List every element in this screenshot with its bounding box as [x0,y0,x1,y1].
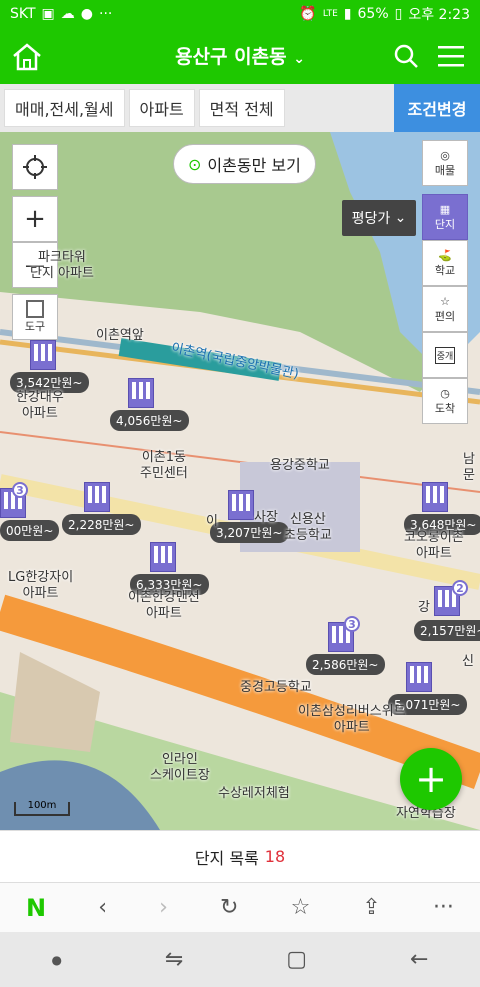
dot-icon[interactable]: ● [51,953,61,967]
carrier: SKT [10,6,36,22]
tool-agent[interactable]: 중개 [422,332,468,378]
school-icon: ⛳ [438,248,452,262]
app-bar: 용산구 이촌동 ⌄ [0,28,480,84]
complex-marker[interactable] [84,482,110,512]
talk-icon: ● [80,6,93,22]
complex-marker[interactable] [422,482,448,512]
bookmark-icon[interactable]: ☆ [291,895,311,920]
tool-school[interactable]: ⛳ 학교 [422,240,468,286]
status-bar: SKT ▣ ☁ ● ··· ⏰ LTE ▮ 65% ▯ 오후 2:23 [0,0,480,28]
crosshair-icon [23,155,47,179]
location-pin-icon: ⊙ [188,154,202,174]
battery-icon: ▯ [394,6,403,22]
complex-marker[interactable] [30,340,56,370]
map-label: 수상레저체험 [218,786,290,801]
map-view[interactable]: + — 도구 ⊙ 이촌동만 보기 평당가 ⌄ ◎ 매물 ▦ 단지 ⛳ 학교 ☆ 편의 중… [0,132,480,830]
complex-marker[interactable] [128,378,154,408]
complex-marker[interactable] [406,662,432,692]
map-label: 사장 [254,510,278,525]
complex-count: 18 [264,847,286,866]
complex-count-badge: 3 [344,616,360,632]
price-label[interactable]: 2,586만원~ [306,654,385,675]
tool-listings[interactable]: ◎ 매물 [422,140,468,186]
tools-button[interactable]: 도구 [12,294,58,340]
gallery-icon: ▣ [41,6,55,22]
more-notifications: ··· [99,6,113,22]
price-label[interactable]: 2,228만원~ [62,514,141,535]
map-label: 이촌역앞 [96,328,144,343]
map-label: 용강중학교 [270,458,330,473]
lte-label: LTE [322,9,338,19]
complex-marker[interactable] [228,490,254,520]
property-type-filter[interactable]: 아파트 [128,89,195,127]
system-nav-bar: ● ⇋ ▢ ← [0,932,480,987]
map-label: 이 [206,514,218,529]
map-label: 코오롱이촌 아파트 [404,530,464,561]
map-label: 이촌1동 주민센터 [140,450,188,481]
layers-icon [26,300,44,318]
map-label: 인라인 스케이트장 [150,752,210,783]
price-type-dropdown[interactable]: 평당가 ⌄ [342,200,416,236]
map-label: 남문 [463,452,475,483]
tool-complex[interactable]: ▦ 단지 [422,194,468,240]
share-icon[interactable]: ⇪ [362,895,380,920]
naver-logo[interactable]: N [26,894,46,922]
map-label: LG한강자이 아파트 [8,570,74,601]
chevron-down-icon: ⌄ [293,51,305,67]
map-label: 파크타워 단지 아파트 [30,250,94,281]
area-only-toggle[interactable]: ⊙ 이촌동만 보기 [173,144,316,184]
deal-type-filter[interactable]: 매매,전세,월세 [4,89,125,127]
menu-icon[interactable] [438,44,464,68]
cloud-icon: ☁ [60,6,75,22]
forward-icon[interactable]: › [159,895,168,920]
locate-button[interactable] [12,144,58,190]
price-label[interactable]: 00만원~ [0,520,60,541]
agent-icon: 중개 [434,346,456,364]
recent-apps-icon[interactable]: ⇋ [165,947,183,972]
more-icon[interactable]: ··· [433,895,454,920]
clock-icon: ◷ [440,386,450,400]
zoom-in-button[interactable]: + [12,196,58,242]
map-label: 강 [418,600,430,615]
plus-icon: + [415,757,447,801]
complex-list-bar[interactable]: 단지 목록 18 [0,830,480,882]
search-icon[interactable] [392,42,420,70]
price-label[interactable]: 2,157만원~ [414,620,480,641]
complex-count-badge: 3 [12,482,28,498]
map-label: 한강대우 아파트 [16,390,64,421]
add-button[interactable]: + [400,748,462,810]
home-nav-icon[interactable]: ▢ [286,947,307,972]
complex-count-badge: 2 [452,580,468,596]
alarm-icon: ⏰ [299,6,317,22]
map-label: 중경고등학교 [240,680,312,695]
map-background [0,132,480,830]
map-scale: 100m [14,801,70,816]
browser-toolbar: N ‹ › ↻ ☆ ⇪ ··· [0,882,480,932]
map-label: 이촌한강맨션 아파트 [128,590,200,621]
map-label: 신용산 초등학교 [284,512,332,543]
battery-level: 65% [357,6,389,22]
back-icon[interactable]: ‹ [98,895,107,920]
price-label[interactable]: 4,056만원~ [110,410,189,431]
tool-arrival[interactable]: ◷ 도착 [422,378,468,424]
target-icon: ◎ [440,148,450,162]
complex-marker[interactable] [150,542,176,572]
back-nav-icon[interactable]: ← [410,947,428,972]
tool-convenience[interactable]: ☆ 편의 [422,286,468,332]
filter-bar: 매매,전세,월세 아파트 면적 전체 조건변경 [0,84,480,132]
area-filter[interactable]: 면적 전체 [198,89,285,127]
chevron-down-icon: ⌄ [394,210,407,226]
map-label: 이촌삼성리버스위트 아파트 [298,704,406,735]
star-icon: ☆ [440,294,450,308]
building-icon: ▦ [439,202,451,216]
refresh-icon[interactable]: ↻ [220,895,238,920]
map-label: 신 [462,654,474,669]
clock: 오후 2:23 [408,7,470,23]
signal-icon: ▮ [343,6,352,22]
change-conditions-button[interactable]: 조건변경 [394,84,480,132]
